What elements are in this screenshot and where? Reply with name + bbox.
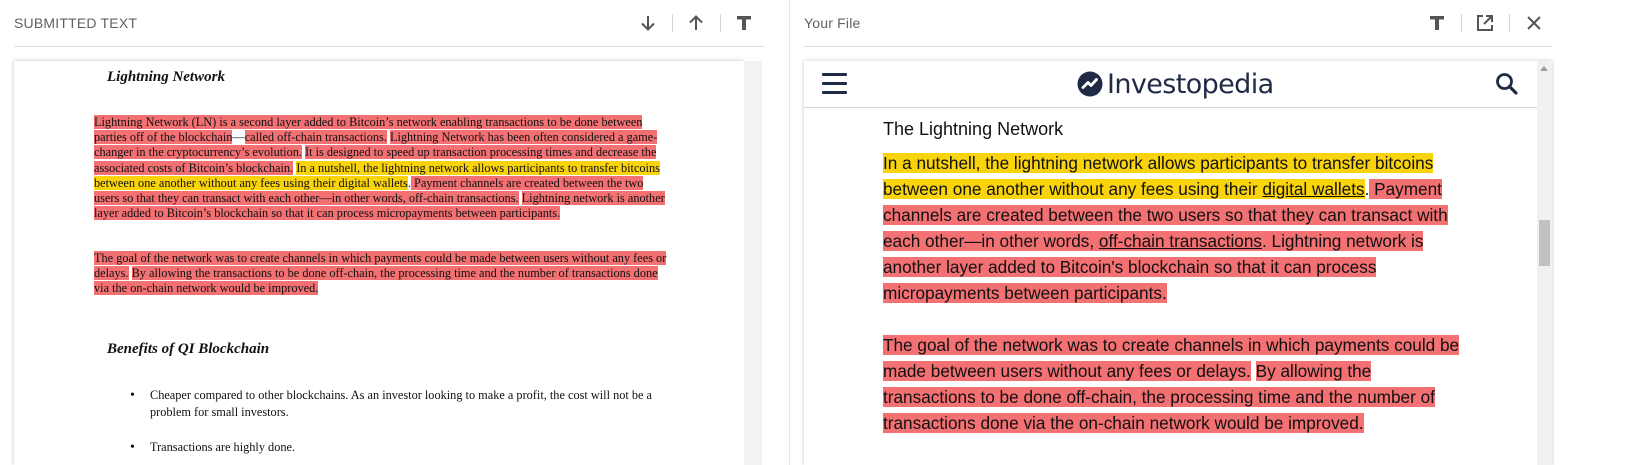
match-highlight: By allowing the transactions to be done … bbox=[94, 266, 658, 296]
doc-heading: Benefits of QI Blockchain bbox=[107, 341, 270, 357]
source-file-pane: Your File Investopedia The Lightning Net… bbox=[790, 0, 1639, 465]
text-format-icon bbox=[1430, 16, 1444, 30]
site-name: Investopedia bbox=[1107, 68, 1274, 100]
arrow-up-icon bbox=[689, 15, 703, 30]
match-highlight: called off-chain transactions. bbox=[244, 130, 387, 145]
search-icon bbox=[1496, 73, 1518, 95]
pane-title: Your File bbox=[804, 15, 861, 31]
text-segment: — bbox=[232, 130, 245, 145]
close-icon bbox=[1527, 16, 1541, 30]
submitted-text-header: SUBMITTED TEXT bbox=[14, 0, 764, 47]
text-mode-button[interactable] bbox=[731, 10, 757, 36]
source-file-header: Your File bbox=[804, 0, 1552, 47]
investopedia-logo-icon bbox=[1077, 71, 1103, 97]
doc-paragraph: Lightning Network (LN) is a second layer… bbox=[94, 115, 669, 221]
header-divider bbox=[720, 14, 721, 32]
list-item: Cheaper compared to other blockchains. A… bbox=[130, 387, 670, 421]
source-article: The Lightning Network In a nutshell, the… bbox=[883, 119, 1463, 462]
site-logo[interactable]: Investopedia bbox=[1077, 67, 1274, 101]
match-highlight: The goal of the network was to create ch… bbox=[883, 335, 1460, 381]
text-segment bbox=[1251, 361, 1256, 381]
text-mode-button[interactable] bbox=[1424, 10, 1450, 36]
previous-match-button[interactable] bbox=[683, 10, 709, 36]
list-item: Transactions are highly done. bbox=[130, 439, 670, 456]
doc-bullet-list: Cheaper compared to other blockchains. A… bbox=[130, 387, 670, 456]
scroll-up-arrow-icon[interactable] bbox=[1540, 66, 1548, 71]
text-format-icon bbox=[737, 16, 751, 30]
close-button[interactable] bbox=[1521, 10, 1547, 36]
article-link[interactable]: off-chain transactions bbox=[1098, 231, 1262, 251]
header-divider bbox=[672, 14, 673, 32]
arrow-down-icon bbox=[641, 16, 655, 31]
site-header: Investopedia bbox=[804, 61, 1537, 108]
header-divider bbox=[1461, 14, 1462, 32]
article-paragraph: The goal of the network was to create ch… bbox=[883, 332, 1463, 436]
document-scrollbar[interactable] bbox=[744, 61, 762, 465]
article-paragraph: In a nutshell, the lightning network all… bbox=[883, 150, 1463, 306]
submitted-document-viewer[interactable]: Lightning Network Lightning Network (LN)… bbox=[14, 61, 744, 465]
hamburger-menu-icon[interactable] bbox=[822, 72, 848, 96]
article-link[interactable]: digital wallets bbox=[1262, 179, 1365, 199]
doc-paragraph: The goal of the network was to create ch… bbox=[94, 251, 669, 297]
open-external-icon bbox=[1477, 15, 1493, 31]
open-external-button[interactable] bbox=[1472, 10, 1498, 36]
site-search-button[interactable] bbox=[1494, 71, 1520, 97]
source-web-viewer[interactable]: Investopedia The Lightning Network In a … bbox=[804, 61, 1552, 465]
pane-title: SUBMITTED TEXT bbox=[14, 15, 138, 31]
next-match-button[interactable] bbox=[635, 10, 661, 36]
submitted-text-pane: SUBMITTED TEXT Lightning Network Lightni… bbox=[0, 0, 775, 465]
header-divider bbox=[1509, 14, 1510, 32]
scrollbar-thumb[interactable] bbox=[1539, 220, 1550, 266]
article-heading: The Lightning Network bbox=[883, 119, 1064, 139]
web-scrollbar[interactable] bbox=[1537, 61, 1552, 465]
doc-heading: Lightning Network bbox=[107, 69, 225, 85]
